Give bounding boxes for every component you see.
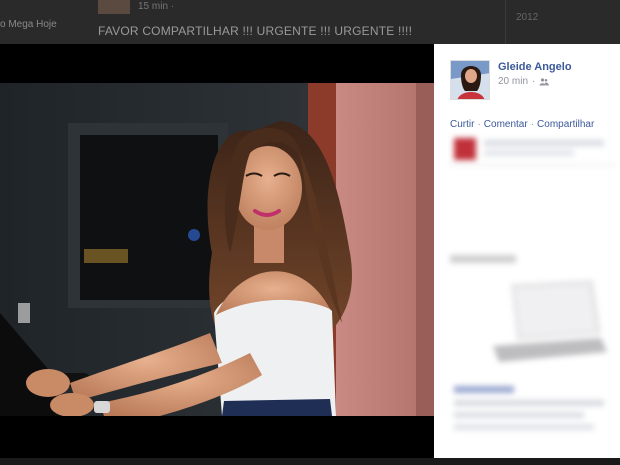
post-actions: Curtir · Comentar · Compartilhar <box>450 119 594 130</box>
background-post-text: FAVOR COMPARTILHAR !!! URGENTE !!! URGEN… <box>98 24 413 38</box>
share-link[interactable]: Compartilhar <box>537 119 594 130</box>
background-post-avatar <box>98 0 130 14</box>
action-separator: · <box>477 119 481 130</box>
friends-icon[interactable] <box>539 77 550 86</box>
meta-separator: · <box>532 76 536 87</box>
background-sidebar-name: o Mega Hoje <box>0 19 57 30</box>
blurred-ad-text <box>454 382 614 442</box>
blurred-comment <box>448 134 616 168</box>
photo-stage[interactable] <box>0 44 434 458</box>
blurred-ad-label <box>450 252 520 263</box>
action-separator: · <box>530 119 535 130</box>
author-avatar[interactable] <box>450 60 490 100</box>
blurred-ad-image <box>489 276 609 372</box>
comment-link[interactable]: Comentar <box>484 119 528 130</box>
background-feed: o Mega Hoje 15 min · FAVOR COMPARTILHAR … <box>0 0 620 44</box>
post-side-panel: Gleide Angelo 20 min · Curtir · Comentar · C… <box>434 44 620 458</box>
post-photo[interactable] <box>0 83 434 416</box>
post-timestamp[interactable]: 20 min <box>498 76 528 87</box>
post-meta: 20 min · <box>498 76 550 87</box>
background-year-link: 2012 <box>516 12 539 23</box>
like-link[interactable]: Curtir <box>450 119 474 130</box>
background-feed-bottom <box>0 458 620 465</box>
background-post-time: 15 min · <box>138 1 175 12</box>
author-name-link[interactable]: Gleide Angelo <box>498 61 572 73</box>
